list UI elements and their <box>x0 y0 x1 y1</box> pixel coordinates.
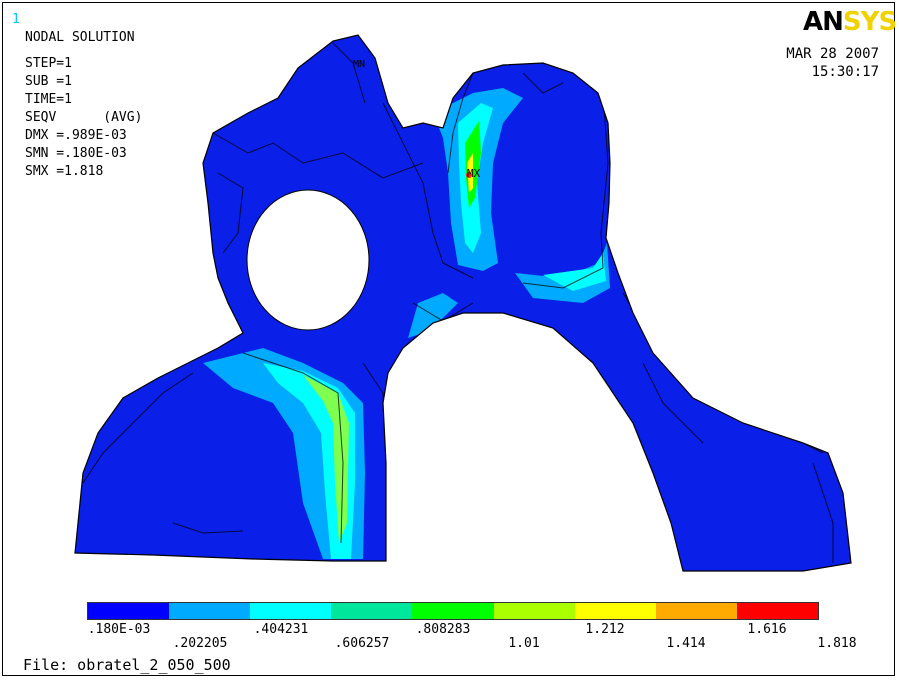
graphics-window: 1 NODAL SOLUTION STEP=1 SUB =1 TIME=1 SE… <box>2 2 897 676</box>
legend-band-2 <box>169 603 251 619</box>
legend-label: 1.414 <box>666 636 706 651</box>
legend-label: .808283 <box>415 622 471 637</box>
legend-band-1 <box>88 603 170 619</box>
legend-band-5 <box>412 603 494 619</box>
legend-label: 1.01 <box>508 636 540 651</box>
legend-band-8 <box>655 603 737 619</box>
legend-label: .202205 <box>172 636 228 651</box>
legend-label: .606257 <box>334 636 390 651</box>
legend-label: 1.616 <box>747 622 787 637</box>
stress-contour-plot: MX MN <box>74 34 852 572</box>
bone-model <box>75 35 851 571</box>
max-marker: MX <box>467 167 481 180</box>
legend-band-7 <box>574 603 656 619</box>
legend-label: .180E-03 <box>87 622 151 637</box>
file-name-label: File: obratel_2_050_500 <box>23 656 231 674</box>
contour-legend-bar <box>87 602 819 620</box>
legend-band-4 <box>331 603 413 619</box>
min-marker: MN <box>353 59 365 70</box>
legend-band-3 <box>250 603 332 619</box>
legend-label: .404231 <box>253 622 309 637</box>
legend-label: 1.818 <box>817 636 857 651</box>
legend-band-6 <box>493 603 575 619</box>
foramen-hole <box>246 189 370 331</box>
legend-label: 1.212 <box>585 622 625 637</box>
legend-band-9 <box>736 603 818 619</box>
